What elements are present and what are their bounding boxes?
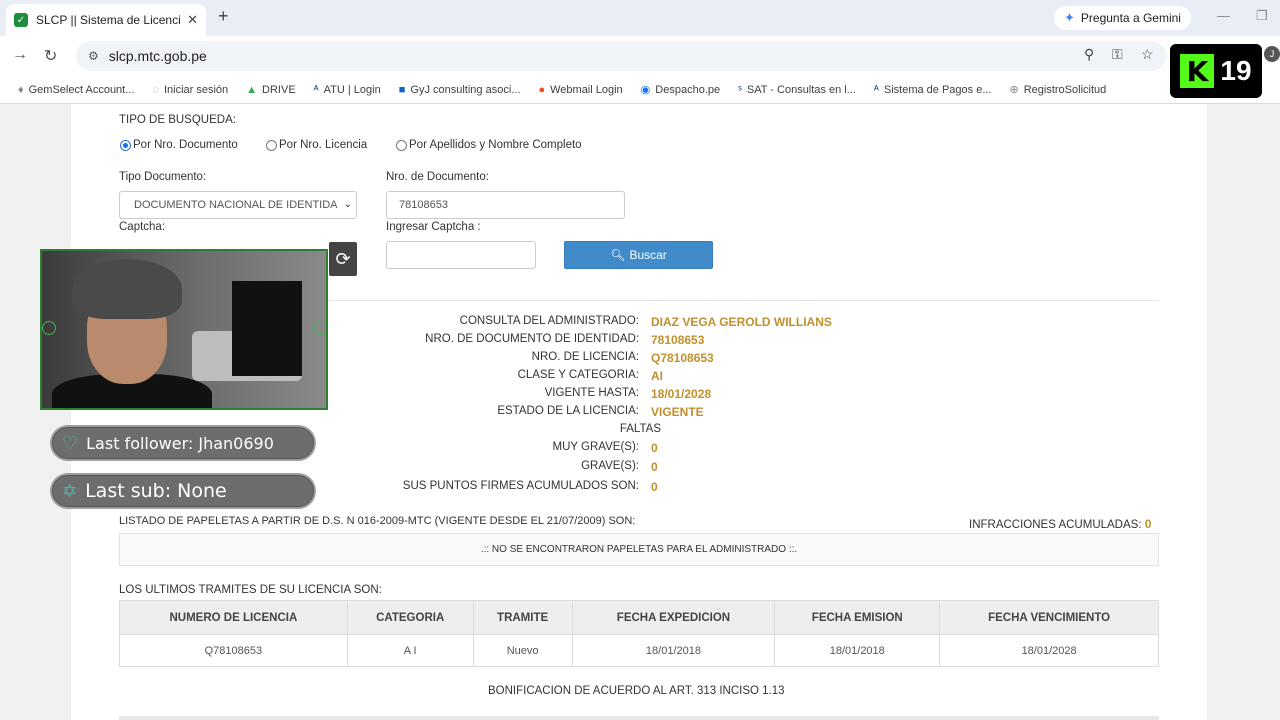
kick-logo-overlay: K 19: [1170, 44, 1262, 98]
profile-avatar[interactable]: J: [1264, 46, 1280, 62]
radio-por-documento[interactable]: Por Nro. Documento: [120, 139, 238, 151]
bookmark-item[interactable]: ᴬ ATU | Login: [314, 84, 381, 96]
col-fecha-emision: FECHA EMISION: [774, 600, 941, 635]
col-numero-licencia: NUMERO DE LICENCIA: [119, 600, 348, 635]
bookmark-item[interactable]: ■ GyJ consulting asoci...: [399, 84, 521, 96]
frame-marker-icon: [314, 321, 326, 335]
heart-icon: ♡: [62, 432, 79, 454]
table-header-row: NUMERO DE LICENCIA CATEGORIA TRAMITE FEC…: [119, 600, 1159, 635]
cell: A I: [346, 634, 474, 667]
col-categoria: CATEGORIA: [346, 600, 474, 635]
refresh-captcha-icon[interactable]: ⟳: [329, 242, 357, 276]
tramites-table: NUMERO DE LICENCIA CATEGORIA TRAMITE FEC…: [119, 600, 1159, 667]
last-follower-badge: ♡ Last follower: Jhan0690: [50, 425, 316, 461]
page-gutter-left: [0, 104, 71, 720]
new-tab-button[interactable]: +: [218, 6, 229, 27]
bookmark-item[interactable]: ᴬ Sistema de Pagos e...: [874, 84, 992, 96]
tipo-documento-label: Tipo Documento:: [119, 171, 207, 183]
gem-icon: ♦: [18, 83, 24, 96]
drive-icon: ▲: [246, 83, 258, 96]
gemini-button[interactable]: ✦ Pregunta a Gemini: [1054, 6, 1191, 30]
site-info-icon[interactable]: ⚙: [88, 49, 99, 63]
bonificacion-label: BONIFICACION DE ACUERDO AL ART. 313 INCI…: [488, 685, 785, 697]
globe-icon: ⊕: [1009, 84, 1019, 96]
cell: 18/01/2018: [571, 634, 776, 667]
cell: Nuevo: [472, 634, 573, 667]
bookmark-item[interactable]: ⊕ RegistroSolicitud: [1009, 83, 1107, 97]
radio-selected-icon: [120, 139, 131, 151]
cell: 18/01/2018: [774, 634, 941, 667]
tipo-documento-select[interactable]: DOCUMENTO NACIONAL DE IDENTIDAD ⌄: [119, 191, 357, 219]
table-top-edge: [119, 716, 1159, 720]
close-tab-icon[interactable]: ✕: [187, 12, 198, 28]
last-sub-badge: ✡ Last sub: None: [50, 473, 316, 509]
atu-icon: ᴬ: [313, 83, 319, 96]
nro-documento-input[interactable]: 78108653: [386, 191, 625, 219]
bookmarks-bar: ♦ GemSelect Account... ◌ Iniciar sesión ▲ D…: [0, 76, 1280, 104]
webcam-overlay: [40, 249, 328, 410]
reload-icon[interactable]: ↻: [44, 46, 57, 66]
webmail-icon: ●: [538, 83, 546, 96]
bookmark-item[interactable]: ◉ Despacho.pe: [640, 83, 720, 97]
tramites-label: LOS ULTIMOS TRAMITES DE SU LICENCIA SON:: [119, 584, 382, 596]
despacho-icon: ◉: [640, 84, 651, 96]
maximize-icon[interactable]: ❐: [1256, 8, 1268, 24]
kick-logo-icon: K: [1180, 54, 1215, 88]
tab-strip: ✓ SLCP || Sistema de Licencias de ✕ + ✦ …: [0, 0, 1280, 36]
col-tramite: TRAMITE: [472, 600, 573, 635]
radio-empty-icon: [396, 139, 407, 151]
gemini-label: Pregunta a Gemini: [1080, 11, 1181, 25]
search-icon: 🔍︎: [610, 248, 626, 262]
captcha-input[interactable]: [386, 241, 536, 269]
zoom-icon[interactable]: ⚲: [1084, 46, 1094, 63]
ingresar-captcha-label: Ingresar Captcha :: [386, 221, 481, 233]
cell: 18/01/2028: [939, 634, 1159, 667]
overlay-number: 19: [1220, 55, 1252, 86]
col-fecha-expedicion: FECHA EXPEDICION: [571, 600, 776, 635]
bookmark-item[interactable]: ˢ SAT - Consultas en l...: [738, 84, 856, 96]
linkedin-icon: ■: [398, 83, 406, 96]
login-icon: ◌: [152, 83, 159, 96]
shield-check-icon: ✓: [14, 13, 28, 27]
infracciones-label: INFRACCIONES ACUMULADAS: 0: [969, 517, 1152, 531]
sat-icon: ˢ: [738, 83, 742, 96]
frame-marker-icon: [42, 321, 56, 335]
bookmark-item[interactable]: ◌ Iniciar sesión: [152, 84, 228, 96]
col-fecha-vencimiento: FECHA VENCIMIENTO: [939, 600, 1159, 635]
radio-por-nombre[interactable]: Por Apellidos y Nombre Completo: [396, 139, 582, 151]
listado-label: LISTADO DE PAPELETAS A PARTIR DE D.S. N …: [119, 515, 636, 527]
address-bar: → ↻ ⚙ slcp.mtc.gob.pe ⚲ ⚿ ☆ J: [0, 36, 1280, 76]
nro-documento-label: Nro. de Documento:: [386, 171, 489, 183]
atu-icon: ᴬ: [873, 83, 879, 96]
streamer-figure: [52, 259, 212, 408]
forward-icon[interactable]: →: [12, 46, 28, 64]
bookmark-star-icon[interactable]: ☆: [1141, 46, 1154, 63]
tipo-busqueda-label: TIPO DE BUSQUEDA:: [119, 114, 236, 126]
url-text: slcp.mtc.gob.pe: [108, 48, 207, 64]
papeletas-notice: .:: NO SE ENCONTRARON PAPELETAS PARA EL …: [119, 533, 1159, 566]
bookmark-item[interactable]: ♦ GemSelect Account...: [18, 84, 134, 96]
chevron-down-icon: ⌄: [343, 199, 352, 210]
tab-slcp[interactable]: ✓ SLCP || Sistema de Licencias de ✕: [6, 4, 206, 36]
infracciones-value: 0: [1144, 517, 1152, 531]
url-input[interactable]: ⚙ slcp.mtc.gob.pe: [76, 41, 1166, 71]
star-icon: ✡: [62, 480, 78, 502]
minimize-icon[interactable]: —: [1217, 8, 1230, 23]
tab-title: SLCP || Sistema de Licencias de: [36, 13, 181, 27]
bookmark-item[interactable]: ● Webmail Login: [538, 84, 622, 96]
bookmark-item[interactable]: ▲ DRIVE: [246, 84, 296, 96]
cam-headboard: [232, 281, 302, 376]
captcha-label: Captcha:: [119, 221, 166, 233]
buscar-button[interactable]: 🔍︎ Buscar: [564, 241, 713, 269]
gemini-sparkle-icon: ✦: [1064, 10, 1075, 25]
table-row: Q78108653 A I Nuevo 18/01/2018 18/01/201…: [119, 634, 1159, 667]
radio-empty-icon: [266, 139, 277, 151]
password-key-icon[interactable]: ⚿: [1112, 46, 1123, 63]
radio-por-licencia[interactable]: Por Nro. Licencia: [266, 139, 367, 151]
cell: Q78108653: [119, 634, 348, 667]
